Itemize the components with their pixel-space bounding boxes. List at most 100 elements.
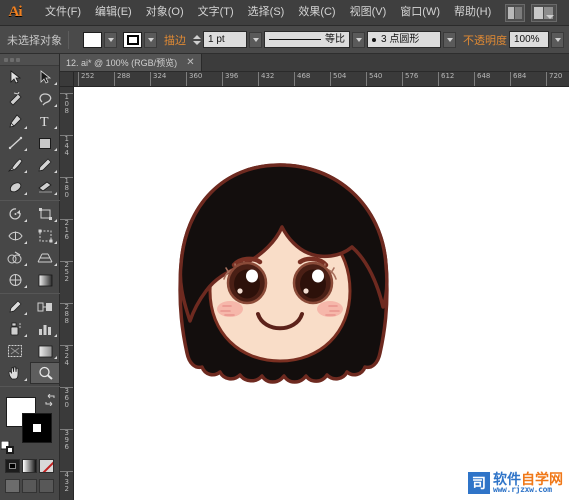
toolbox-divider — [0, 386, 60, 387]
chevron-down-icon — [546, 15, 554, 19]
fill-color-swatch[interactable] — [83, 32, 102, 48]
blend-tool[interactable] — [30, 296, 60, 318]
canvas-artboard[interactable]: 司 软件自学网 www.rjzxw.com — [74, 87, 569, 500]
tool-flyout-indicator — [54, 148, 57, 151]
toolbox-divider — [0, 200, 60, 201]
column-graph-tool[interactable] — [30, 318, 60, 340]
ruler-tick: 288 — [114, 72, 130, 87]
menu-object[interactable]: 对象(O) — [139, 2, 191, 23]
ruler-corner[interactable] — [60, 72, 74, 87]
pencil-tool[interactable] — [30, 154, 60, 176]
menu-file[interactable]: 文件(F) — [38, 2, 88, 23]
vertical-ruler[interactable]: 108 144 180 216 252 288 324 360 396 432 — [60, 87, 74, 500]
ruler-tick: 396 — [222, 72, 238, 87]
none-button[interactable] — [39, 459, 54, 473]
ruler-tick: 396 — [60, 429, 74, 451]
stroke-profile-dropdown-arrow[interactable] — [352, 32, 365, 48]
pen-tool[interactable] — [0, 110, 30, 132]
toolbox-panel: T — [0, 54, 60, 500]
gradient-tool[interactable] — [30, 269, 60, 291]
document-tab[interactable]: 12. ai* @ 100% (RGB/预览) ✕ — [60, 54, 202, 71]
stroke-weight-input[interactable]: 1 pt — [203, 31, 247, 48]
artboard-tool[interactable] — [0, 340, 30, 362]
opacity-label[interactable]: 不透明度 — [463, 32, 507, 48]
width-tool[interactable] — [0, 225, 30, 247]
direct-selection-tool[interactable] — [30, 66, 60, 88]
type-tool[interactable]: T — [30, 110, 60, 132]
stroke-dropdown-arrow[interactable] — [144, 32, 157, 48]
scale-tool[interactable] — [30, 203, 60, 225]
menu-view[interactable]: 视图(V) — [343, 2, 394, 23]
eraser-tool[interactable] — [30, 176, 60, 198]
tool-flyout-indicator — [24, 334, 27, 337]
watermark-text: 软件自学网 www.rjzxw.com — [493, 472, 563, 494]
stroke-profile-select[interactable]: 等比 — [264, 31, 350, 48]
ruler-tick: 216 — [60, 219, 74, 241]
rectangle-tool[interactable] — [30, 132, 60, 154]
slice-tool[interactable] — [30, 340, 60, 362]
watermark-logo-icon: 司 — [468, 472, 490, 494]
menu-items: 文件(F) 编辑(E) 对象(O) 文字(T) 选择(S) 效果(C) 视图(V… — [38, 2, 498, 23]
opacity-input[interactable]: 100% — [509, 31, 549, 48]
menu-help[interactable]: 帮助(H) — [447, 2, 498, 23]
line-segment-tool[interactable] — [0, 132, 30, 154]
close-icon[interactable]: ✕ — [186, 58, 194, 68]
tool-flyout-indicator — [24, 126, 27, 129]
toolbox-drag-handle[interactable] — [0, 54, 59, 66]
free-transform-tool[interactable] — [30, 225, 60, 247]
menu-edit[interactable]: 编辑(E) — [88, 2, 139, 23]
menu-effect[interactable]: 效果(C) — [291, 2, 342, 23]
opacity-dropdown-arrow[interactable] — [551, 32, 564, 48]
control-bar: 未选择对象 描边 1 pt 等比 3 点圆形 不透明度 100% — [0, 26, 569, 54]
color-button[interactable] — [5, 459, 20, 473]
tool-flyout-indicator — [54, 241, 57, 244]
shape-builder-tool[interactable] — [0, 247, 30, 269]
artwork-cartoon-girl[interactable] — [150, 157, 410, 412]
ruler-tick: 504 — [330, 72, 346, 87]
stroke-weight-stepper[interactable] — [192, 32, 201, 48]
horizontal-ruler[interactable]: 252 288 324 360 396 432 468 504 540 576 … — [60, 72, 569, 87]
brush-definition-select[interactable]: 3 点圆形 — [367, 31, 441, 48]
tool-flyout-indicator — [54, 219, 57, 222]
tool-flyout-indicator — [54, 126, 57, 129]
menu-type[interactable]: 文字(T) — [191, 2, 241, 23]
stroke-color-swatch[interactable] — [123, 32, 142, 48]
paintbrush-tool[interactable] — [0, 154, 30, 176]
stroke-weight-label[interactable]: 描边 — [164, 32, 186, 48]
default-fill-stroke-icon[interactable] — [1, 441, 14, 454]
tool-flyout-indicator — [54, 263, 57, 266]
fill-dropdown-arrow[interactable] — [104, 32, 117, 48]
ruler-tick: 180 — [60, 177, 74, 199]
arrange-documents-icon[interactable] — [505, 4, 525, 22]
stroke-profile-label: 等比 — [325, 32, 345, 47]
ruler-tick: 720 — [546, 72, 562, 87]
right-eye-highlight-small — [303, 288, 308, 293]
perspective-grid-tool[interactable] — [30, 247, 60, 269]
magic-wand-tool[interactable] — [0, 88, 30, 110]
stroke-color-box[interactable] — [22, 413, 52, 443]
swap-fill-stroke-icon[interactable] — [44, 393, 56, 405]
brush-definition-dropdown-arrow[interactable] — [443, 32, 456, 48]
color-mode-buttons — [0, 455, 59, 475]
document-tab-bar: 12. ai* @ 100% (RGB/预览) ✕ — [60, 54, 569, 72]
fullscreen-mode-button[interactable] — [39, 479, 54, 493]
hand-tool[interactable] — [0, 362, 30, 384]
menu-window[interactable]: 窗口(W) — [393, 2, 447, 23]
stroke-weight-dropdown-arrow[interactable] — [249, 32, 262, 48]
symbol-sprayer-tool[interactable] — [0, 318, 30, 340]
selection-tool[interactable] — [0, 66, 30, 88]
fill-stroke-indicator — [0, 393, 60, 455]
normal-screen-mode-button[interactable] — [5, 479, 20, 493]
ruler-tick: 252 — [78, 72, 94, 87]
eyedropper-tool[interactable] — [0, 296, 30, 318]
tool-flyout-indicator — [24, 170, 27, 173]
lasso-tool[interactable] — [30, 88, 60, 110]
rotate-tool[interactable] — [0, 203, 30, 225]
workspace-switcher-icon[interactable] — [531, 4, 557, 22]
menu-select[interactable]: 选择(S) — [241, 2, 292, 23]
gradient-button[interactable] — [22, 459, 37, 473]
fullscreen-menubar-mode-button[interactable] — [22, 479, 37, 493]
zoom-tool[interactable] — [30, 362, 60, 384]
blob-brush-tool[interactable] — [0, 176, 30, 198]
mesh-tool[interactable] — [0, 269, 30, 291]
